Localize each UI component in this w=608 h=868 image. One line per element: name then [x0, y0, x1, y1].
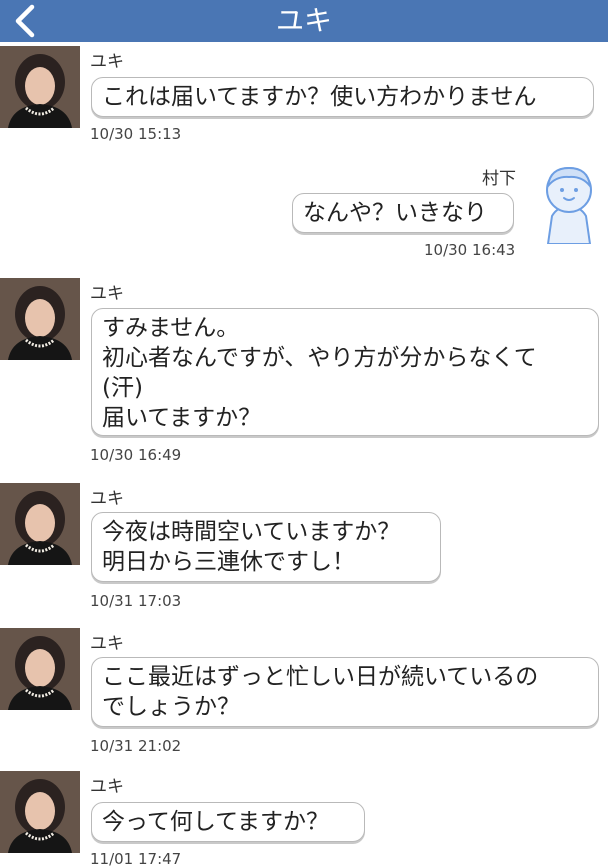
avatar[interactable] [0, 771, 80, 853]
message-bubble[interactable]: 今夜は時間空いていますか？ 明日から三連休ですし！ [91, 512, 441, 582]
sender-name: 村下 [482, 169, 516, 189]
message-bubble[interactable]: すみません。 初心者なんですが、やり方が分からなくて (汗) 届いてますか？ [91, 308, 599, 436]
message-time: 10/30 16:49 [90, 446, 182, 464]
message-time: 11/01 17:47 [90, 850, 182, 868]
sender-name: ユキ [90, 489, 124, 509]
message-time: 10/30 16:43 [424, 241, 516, 259]
avatar[interactable] [0, 278, 80, 360]
message-time: 10/31 17:03 [90, 592, 182, 610]
message-bubble[interactable]: 今って何してますか？ [91, 802, 365, 842]
avatar[interactable] [538, 160, 600, 244]
message-bubble[interactable]: ここ最近はずっと忙しい日が続いているの でしょうか？ [91, 657, 599, 727]
message-bubble[interactable]: これは届いてますか？使い方わかりません [91, 77, 594, 117]
sender-name: ユキ [90, 634, 124, 654]
sender-name: ユキ [90, 777, 124, 797]
avatar[interactable] [0, 628, 80, 710]
message-bubble[interactable]: なんや？いきなり [292, 193, 514, 233]
header-bar: ユキ [0, 0, 608, 42]
page-title: ユキ [275, 4, 332, 37]
sender-name: ユキ [90, 52, 124, 72]
message-time: 10/30 15:13 [90, 125, 182, 143]
message-time: 10/31 21:02 [90, 737, 182, 755]
sender-name: ユキ [90, 284, 124, 304]
avatar[interactable] [0, 483, 80, 565]
avatar[interactable] [0, 46, 80, 128]
